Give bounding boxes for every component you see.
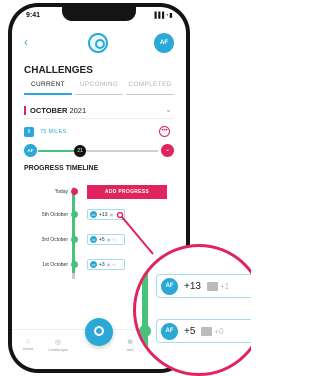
progress-bar: AF 21 ⌄ (24, 144, 174, 158)
status-time: 9:41 (26, 12, 41, 19)
timeline-date: 3rd October (41, 237, 68, 243)
add-progress-button[interactable]: ADD PROGRESS (87, 185, 167, 199)
main-action-button[interactable] (85, 318, 113, 346)
progress-value: 21 (74, 145, 86, 157)
timeline-title: PROGRESS TIMELINE (24, 165, 99, 172)
entry-value: +13 (99, 211, 108, 218)
tab-upcoming[interactable]: UPCOMING (75, 81, 123, 95)
photo-icon (201, 326, 213, 336)
expand-icon[interactable]: ⌄ (161, 144, 174, 157)
progress-avatar: AF (24, 144, 37, 157)
entry-avatar: AF (90, 211, 97, 218)
entry-photos: +0 (214, 326, 224, 336)
tab-current[interactable]: CURRENT (24, 81, 72, 95)
entry-value: +3 (99, 261, 105, 268)
month-label: OCTOBER 2021 (30, 106, 86, 115)
photo-icon: ▣ (106, 262, 111, 267)
tab-bar: CURRENT UPCOMING COMPLETED (24, 81, 174, 95)
month-name: OCTOBER (30, 106, 68, 115)
more-icon[interactable]: ••• (159, 126, 170, 137)
page-title: CHALLENGES (24, 65, 93, 76)
goal-label: 75 MILES (40, 129, 67, 135)
entry-photos: +0 (111, 262, 117, 267)
timeline-date: 1st October (42, 262, 68, 268)
timeline-row-today: Today ADD PROGRESS (24, 185, 174, 199)
progress-entry-zoomed: AF +5 +0 (156, 319, 251, 343)
nav-challenges[interactable]: ◎ Challenges (46, 338, 70, 352)
nav-challenges-label: Challenges (47, 347, 68, 352)
photo-icon: ▣ (106, 237, 111, 242)
entry-avatar: AF (90, 236, 97, 243)
photo-icon (206, 281, 218, 291)
progress-entry-zoomed: AF +13 +1 (156, 274, 251, 298)
back-icon[interactable]: ‹ (24, 35, 28, 49)
entry-photos: +1 (219, 281, 230, 291)
nav-home-label: Home (22, 346, 34, 351)
app-logo-icon (88, 33, 108, 53)
plus-icon: ⊕ (127, 339, 133, 346)
timeline-dot (139, 325, 151, 337)
timeline-date: 5th October (41, 212, 68, 218)
entry-avatar: AF (90, 261, 97, 268)
entry-value: +13 (184, 280, 201, 292)
entry-value: +5 (184, 325, 196, 337)
chevron-down-icon[interactable]: ⌄ (165, 105, 172, 114)
entry-avatar: AF (161, 277, 178, 295)
timeline-date: Today (54, 189, 68, 195)
challenge-goal: 6 75 MILES ••• (24, 126, 174, 139)
stage: 9:41 ▐▐▐ ◔ ▮ ‹ AF CHALLENGES CURRENT UPC… (0, 0, 251, 376)
home-icon: ⌂ (25, 338, 31, 345)
entry-value: +5 (99, 236, 105, 243)
nav-add[interactable]: ⊕ Add (118, 338, 142, 352)
month-accent-bar (24, 106, 26, 115)
timeline-dot (71, 188, 78, 195)
month-year: 2021 (69, 106, 87, 115)
timeline-line (142, 247, 148, 373)
avatar[interactable]: AF (154, 33, 174, 53)
signal-icon: ▐▐▐ ◔ ▮ (152, 13, 172, 19)
timeline-dot (71, 236, 78, 243)
nav-add-label: Add (126, 347, 134, 352)
timeline-dot (71, 261, 78, 268)
progress-track: 21 (38, 145, 158, 157)
photo-icon: ▣ (109, 212, 114, 217)
challenge-badge: 6 (24, 127, 34, 137)
tab-completed[interactable]: COMPLETED (126, 81, 174, 95)
entry-avatar: AF (161, 322, 178, 340)
entry-photos: +0 (111, 237, 117, 242)
month-selector[interactable]: OCTOBER 2021 ⌄ (24, 105, 174, 119)
header: ‹ AF (12, 31, 186, 57)
globe-icon: ◎ (54, 339, 62, 346)
status-bar: 9:41 ▐▐▐ ◔ ▮ (12, 12, 186, 24)
nav-home[interactable]: ⌂ Home (16, 338, 40, 351)
timeline-dot (71, 211, 78, 218)
